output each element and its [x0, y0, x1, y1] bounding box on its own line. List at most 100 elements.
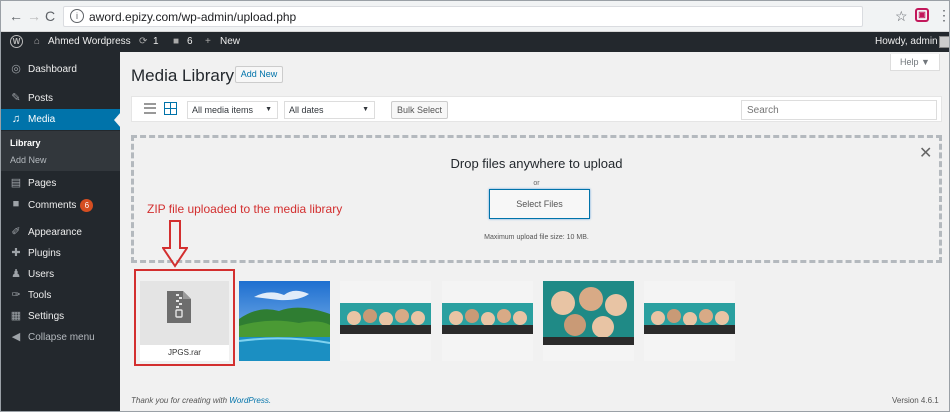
wrench-icon: ✑: [11, 289, 21, 301]
group-photo-image: [442, 281, 533, 361]
footer-text: Thank you for creating with: [131, 396, 228, 405]
howdy-link[interactable]: Howdy, admin: [875, 36, 938, 48]
version-text: Version 4.6.1: [892, 396, 939, 405]
main-content: Help ▼ Media Library Add New All media i…: [120, 52, 949, 411]
collapse-icon: ◀: [11, 331, 21, 343]
sidebar-item-label: Appearance: [28, 227, 82, 238]
site-name-link[interactable]: Ahmed Wordpress: [48, 36, 131, 48]
sidebar-item-plugins[interactable]: ✚ Plugins: [1, 243, 120, 264]
sidebar-item-label: Users: [28, 269, 55, 280]
zip-highlight-box: JPGS.rar: [134, 269, 235, 366]
address-bar[interactable]: i aword.epizy.com/wp-admin/upload.php: [63, 6, 863, 27]
pin-icon: ✎: [11, 92, 21, 104]
url-text: aword.epizy.com/wp-admin/upload.php: [89, 10, 297, 24]
sidebar-item-users[interactable]: ♟ Users: [1, 264, 120, 285]
footer-thanks: Thank you for creating with WordPress.: [131, 396, 271, 405]
list-view-icon[interactable]: [144, 103, 156, 114]
comments-icon: ■: [12, 198, 20, 210]
sidebar-item-label: Settings: [28, 311, 65, 322]
sidebar-item-label: Comments 6: [28, 199, 94, 212]
filter-value: All dates: [289, 105, 324, 115]
sidebar-item-label: Collapse menu: [28, 332, 95, 343]
attachment-group-photo-3[interactable]: [543, 281, 634, 361]
media-submenu: Library Add New: [1, 131, 120, 171]
archive-file-icon: [167, 291, 191, 323]
collapse-menu-button[interactable]: ◀ Collapse menu: [1, 327, 120, 348]
submenu-library[interactable]: Library: [10, 138, 41, 148]
add-new-button[interactable]: Add New: [235, 66, 283, 83]
page-title: Media Library: [131, 66, 234, 85]
sidebar-item-label: Dashboard: [28, 64, 77, 75]
sidebar-item-pages[interactable]: ▤ Pages: [1, 173, 120, 194]
attachment-group-photo-4[interactable]: [644, 281, 735, 361]
group-photo-image: [543, 281, 634, 361]
caret-down-icon: ▼: [265, 106, 272, 113]
home-icon: ⌂: [34, 36, 41, 47]
sidebar-item-label: Pages: [28, 178, 57, 189]
sidebar-item-tools[interactable]: ✑ Tools: [1, 285, 120, 306]
forward-arrow-icon[interactable]: →: [27, 8, 41, 24]
screenshot-frame: ← → C i aword.epizy.com/wp-admin/upload.…: [0, 0, 950, 412]
bulk-select-button[interactable]: Bulk Select: [391, 101, 448, 119]
pages-icon: ▤: [10, 177, 22, 189]
media-toolbar: All media items ▼ All dates ▼ Bulk Select: [131, 96, 942, 122]
comments-badge: 6: [80, 199, 94, 212]
updates-count[interactable]: 1: [153, 36, 159, 48]
back-arrow-icon[interactable]: ←: [9, 8, 23, 24]
grid-view-icon[interactable]: [164, 102, 177, 115]
attachment-group-photo-1[interactable]: [340, 281, 431, 361]
avatar[interactable]: [939, 36, 949, 48]
max-upload-size: Maximum upload file size: 10 MB.: [484, 234, 589, 241]
updates-icon: ⟳: [139, 36, 148, 47]
sidebar-item-comments[interactable]: ■ Comments 6: [1, 194, 120, 215]
caret-down-icon: ▼: [362, 106, 369, 113]
sidebar-item-label: Plugins: [28, 248, 61, 259]
browser-toolbar: ← → C i aword.epizy.com/wp-admin/upload.…: [1, 1, 949, 32]
submenu-add-new[interactable]: Add New: [10, 155, 47, 165]
wordpress-logo-icon[interactable]: W: [10, 35, 23, 48]
extension-icon[interactable]: ▣: [915, 8, 929, 22]
date-filter[interactable]: All dates ▼: [284, 101, 375, 119]
sidebar-item-label: Posts: [28, 93, 54, 104]
brush-icon: ✐: [11, 226, 21, 238]
attachment-zip[interactable]: JPGS.rar: [140, 281, 229, 361]
annotation-text: ZIP file uploaded to the media library: [147, 202, 343, 216]
admin-sidebar: ◎ Dashboard ✎ Posts ♫ Media Library Add …: [1, 52, 121, 411]
settings-icon: ▦: [10, 310, 22, 322]
drop-or: or: [533, 180, 540, 187]
star-icon[interactable]: ☆: [895, 8, 908, 25]
dashboard-icon: ◎: [11, 63, 21, 75]
upload-dropzone[interactable]: ✕ Drop files anywhere to upload or Selec…: [131, 135, 942, 263]
media-icon: ♫: [11, 113, 21, 125]
down-arrow-annotation-icon: [162, 220, 188, 268]
sidebar-item-label: Media: [28, 114, 56, 125]
media-type-filter[interactable]: All media items ▼: [187, 101, 278, 119]
reload-icon[interactable]: C: [45, 8, 55, 24]
help-tab[interactable]: Help ▼: [890, 54, 940, 71]
comment-icon: ■: [173, 36, 180, 47]
more-icon[interactable]: ⋮: [937, 7, 949, 24]
sidebar-item-appearance[interactable]: ✐ Appearance: [1, 222, 120, 243]
new-link[interactable]: New: [220, 36, 240, 48]
sidebar-item-settings[interactable]: ▦ Settings: [1, 306, 120, 327]
group-photo-image: [340, 281, 431, 361]
sidebar-item-dashboard[interactable]: ◎ Dashboard: [1, 59, 120, 80]
sidebar-item-label: Tools: [28, 290, 52, 301]
wordpress-link[interactable]: WordPress.: [229, 396, 271, 405]
users-icon: ♟: [11, 268, 21, 280]
drop-title: Drop files anywhere to upload: [450, 156, 623, 171]
sidebar-item-posts[interactable]: ✎ Posts: [1, 88, 120, 109]
admin-bar: W ⌂ Ahmed Wordpress ⟳ 1 ■ 6 + New Howdy,…: [1, 32, 949, 52]
landscape-image: [239, 281, 330, 361]
attachment-group-photo-2[interactable]: [442, 281, 533, 361]
comments-count[interactable]: 6: [187, 36, 193, 48]
info-icon[interactable]: i: [70, 9, 84, 23]
sidebar-item-media[interactable]: ♫ Media: [1, 109, 121, 130]
attachment-landscape[interactable]: [239, 281, 330, 361]
plug-icon: ✚: [11, 247, 21, 259]
filter-value: All media items: [192, 105, 254, 115]
search-input[interactable]: [741, 100, 937, 120]
group-photo-image: [644, 281, 735, 361]
attachment-filename: JPGS.rar: [140, 345, 229, 361]
select-files-button[interactable]: Select Files: [489, 189, 590, 219]
